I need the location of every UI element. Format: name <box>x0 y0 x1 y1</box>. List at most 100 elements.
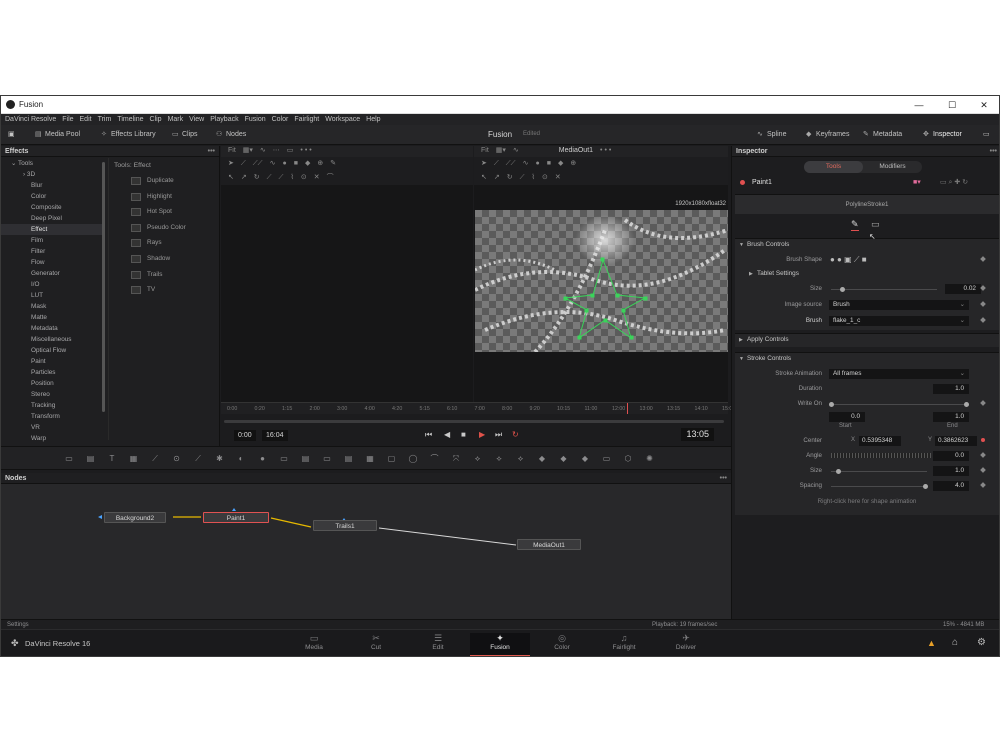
keyframe-icon[interactable] <box>980 400 986 406</box>
write-on-start-knob[interactable] <box>829 402 834 407</box>
circle-tool-icon[interactable]: ● <box>282 157 286 171</box>
menu-view[interactable]: View <box>189 114 204 125</box>
effect-item[interactable]: Pseudo Color <box>109 220 220 236</box>
mode-g-icon-right[interactable]: ✕ <box>555 171 561 185</box>
effects-tree-scrollbar[interactable] <box>102 162 105 412</box>
effects-tree-item[interactable]: Paint <box>1 356 105 367</box>
stop-icon[interactable]: ■ <box>461 430 466 439</box>
effects-tree-item[interactable]: Effect <box>1 224 105 235</box>
polyline-tool-icon-right[interactable]: ∿ <box>523 157 529 171</box>
mode-i-icon[interactable]: ⌒ <box>327 171 334 185</box>
color-tag-icon[interactable]: ■▾ <box>913 178 921 186</box>
keyframe-icon[interactable] <box>980 467 986 473</box>
multistroke-tool-icon-right[interactable]: ⟋⟋ <box>506 157 516 171</box>
node-tool-icon[interactable]: ⟡ <box>472 454 484 464</box>
effects-tree-item[interactable]: Deep Pixel <box>1 213 105 224</box>
warning-icon[interactable]: ▲ <box>927 638 936 648</box>
polyline-tool-icon[interactable]: ∿ <box>270 157 276 171</box>
viewer-canvas[interactable] <box>475 210 728 352</box>
media-pool-button[interactable]: ▤ Media Pool <box>35 129 80 141</box>
effects-tree-item[interactable]: VR <box>1 422 105 433</box>
node-mediaout1[interactable]: MediaOut1 <box>517 539 581 550</box>
node-tool-icon[interactable]: ⤧ <box>450 454 462 464</box>
mode-b-icon-right[interactable]: ↗ <box>494 171 500 185</box>
tab-modifiers[interactable]: Modifiers <box>863 161 922 173</box>
effects-tree-item[interactable]: Warp <box>1 433 105 444</box>
tool-enable-icon[interactable] <box>740 180 745 185</box>
mode-d-icon[interactable]: ⟋ <box>267 171 272 185</box>
sidebar-toggle-icon[interactable]: ▣ <box>8 129 15 141</box>
duration-value[interactable]: 1.0 <box>933 384 969 394</box>
node-tool-icon[interactable]: ⟋ <box>149 454 161 464</box>
multistroke-tool-icon[interactable]: ⟋⟋ <box>253 157 263 171</box>
mode-e-icon-right[interactable]: ⌇ <box>532 171 535 185</box>
clone-tool-icon-right[interactable]: ⊕ <box>570 157 576 171</box>
curve-icon-right[interactable]: ∿ <box>513 146 519 154</box>
node-tool-icon[interactable]: ◆ <box>558 454 570 464</box>
menu-trim[interactable]: Trim <box>98 114 112 125</box>
menu-file[interactable]: File <box>62 114 73 125</box>
viewer-options-icon-right[interactable]: • • • <box>600 147 611 154</box>
effects-tree-item[interactable]: I/O <box>1 279 105 290</box>
viewer-right[interactable]: Fit ▦▾ ∿ MediaOut1 • • • ➤ ⟋ ⟋⟋ ∿ ● ■ ◆ ⊕ ↖ ↗ ↻ ⟋ ⌇ ⊙ ✕ 1… <box>474 146 728 444</box>
mode-a-icon-right[interactable]: ↖ <box>481 171 487 185</box>
effects-tree-item[interactable]: Miscellaneous <box>1 334 105 345</box>
node-tool-icon[interactable]: ⟡ <box>515 454 527 464</box>
page-tab-deliver[interactable]: ✈ Deliver <box>656 633 716 656</box>
node-tool-icon[interactable]: ▭ <box>278 454 290 464</box>
rect-tool-icon[interactable]: ■ <box>294 157 298 171</box>
effect-item[interactable]: Shadow <box>109 251 220 267</box>
effects-library-button[interactable]: ✧ Effects Library <box>101 129 156 141</box>
node-tool-icon[interactable]: ✺ <box>644 454 656 464</box>
inspector-more-icon[interactable]: ••• <box>990 146 997 157</box>
keyframe-icon[interactable] <box>980 317 986 323</box>
node-tool-icon[interactable]: ▦ <box>128 454 140 464</box>
effect-item[interactable]: TV <box>109 282 220 298</box>
menu-mark[interactable]: Mark <box>168 114 184 125</box>
effects-tree-item[interactable]: Metadata <box>1 323 105 334</box>
mode-b-icon[interactable]: ↗ <box>241 171 247 185</box>
spline-button[interactable]: ∿ Spline <box>757 129 786 141</box>
settings-tab-icon[interactable]: ▭ <box>871 219 880 230</box>
mode-f-icon[interactable]: ⌇ <box>290 171 293 185</box>
stroke-controls-header[interactable]: ▼ Stroke Controls <box>735 353 999 365</box>
spacing-slider[interactable] <box>831 484 929 489</box>
menu-playback[interactable]: Playback <box>210 114 238 125</box>
spacing-value[interactable]: 4.0 <box>933 481 969 491</box>
effects-tree-item[interactable]: Position <box>1 378 105 389</box>
viewer-options-icon[interactable]: • • • <box>300 147 311 154</box>
center-y-value[interactable]: 0.3862623 <box>935 436 977 446</box>
keyframe-icon[interactable] <box>980 256 986 262</box>
menu-clip[interactable]: Clip <box>150 114 162 125</box>
effects-tree-item[interactable]: Mask <box>1 301 105 312</box>
end-time-field[interactable]: 16:04 <box>262 430 288 441</box>
window-icon[interactable]: ▭ <box>287 146 294 154</box>
mode-a-icon[interactable]: ↖ <box>228 171 234 185</box>
nodes-more-icon[interactable]: ••• <box>720 473 727 484</box>
circle-tool-icon-right[interactable]: ● <box>535 157 539 171</box>
select-tool-icon[interactable]: ➤ <box>228 157 234 171</box>
fill-tool-icon[interactable]: ◆ <box>305 157 310 171</box>
effect-item[interactable]: Trails <box>109 267 220 283</box>
fill-tool-icon-right[interactable]: ◆ <box>558 157 563 171</box>
size-value[interactable]: 0.02 <box>945 284 981 294</box>
effects-tree-item[interactable]: Transform <box>1 411 105 422</box>
viewer-more-icon[interactable]: ⋯ <box>273 146 280 154</box>
effects-tree-item[interactable]: Filter <box>1 246 105 257</box>
node-tool-icon[interactable]: ▤ <box>300 454 312 464</box>
brush-dropdown[interactable]: flake_1_c ⌄ <box>829 316 969 326</box>
size2-value[interactable]: 1.0 <box>933 466 969 476</box>
mode-f-icon-right[interactable]: ⊙ <box>542 171 548 185</box>
more-options-icon[interactable]: ••• <box>208 146 215 157</box>
effects-tree-item[interactable]: Film <box>1 235 105 246</box>
node-tool-icon[interactable]: ◐ <box>235 454 247 464</box>
node-tool-icon[interactable]: ▭ <box>321 454 333 464</box>
node-tool-icon[interactable]: ⟋ <box>192 454 204 464</box>
mode-g-icon[interactable]: ⊙ <box>301 171 307 185</box>
inspector-button[interactable]: ✥ Inspector <box>923 129 962 141</box>
mode-e-icon[interactable]: ⟋ <box>279 171 284 185</box>
loop-icon[interactable]: ↻ <box>512 430 519 439</box>
play-icon[interactable]: ▶ <box>479 430 485 439</box>
node-tool-icon[interactable]: ▢ <box>386 454 398 464</box>
node-paint1[interactable]: Paint1 <box>203 512 269 523</box>
